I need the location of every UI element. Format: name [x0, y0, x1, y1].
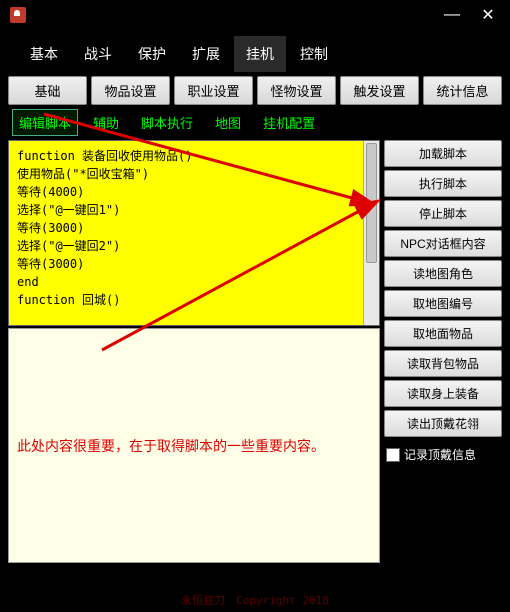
script-line: 使用物品("*回收宝箱") — [17, 165, 371, 183]
scrollbar[interactable] — [363, 141, 379, 325]
script-line: function 回城() — [17, 291, 371, 309]
info-text: 此处内容很重要，在于取得脚本的一些重要内容。 — [17, 436, 325, 456]
subtab-edit-script[interactable]: 编辑脚本 — [12, 109, 78, 136]
top-tabs: 基本 战斗 保护 扩展 挂机 控制 — [0, 30, 510, 72]
tab-combat[interactable]: 战斗 — [72, 36, 124, 72]
main-area: function 装备回收使用物品() 使用物品("*回收宝箱") 等待(400… — [8, 140, 502, 563]
btn-get-ground-items[interactable]: 取地面物品 — [384, 320, 502, 347]
titlebar: — ✕ — [0, 0, 510, 30]
script-line: 选择("@一键回1") — [17, 201, 371, 219]
close-button[interactable]: ✕ — [470, 3, 506, 27]
btn-monster-settings[interactable]: 怪物设置 — [257, 76, 336, 105]
checkbox-row: 记录顶戴信息 — [384, 440, 502, 469]
btn-npc-dialog[interactable]: NPC对话框内容 — [384, 230, 502, 257]
right-column: 加载脚本 执行脚本 停止脚本 NPC对话框内容 读地图角色 取地图编号 取地面物… — [384, 140, 502, 563]
subtab-script-exec[interactable]: 脚本执行 — [134, 109, 200, 136]
tab-hangup[interactable]: 挂机 — [234, 36, 286, 72]
subtab-assist[interactable]: 辅助 — [86, 109, 126, 136]
btn-load-script[interactable]: 加载脚本 — [384, 140, 502, 167]
btn-read-map-role[interactable]: 读地图角色 — [384, 260, 502, 287]
tab-control[interactable]: 控制 — [288, 36, 340, 72]
minimize-button[interactable]: — — [434, 3, 470, 27]
script-line: end — [17, 273, 371, 291]
script-editor[interactable]: function 装备回收使用物品() 使用物品("*回收宝箱") 等待(400… — [8, 140, 380, 326]
btn-stats[interactable]: 统计信息 — [423, 76, 502, 105]
btn-stop-script[interactable]: 停止脚本 — [384, 200, 502, 227]
info-panel: 此处内容很重要，在于取得脚本的一些重要内容。 — [8, 328, 380, 563]
btn-read-equip[interactable]: 读取身上装备 — [384, 380, 502, 407]
btn-class-settings[interactable]: 职业设置 — [174, 76, 253, 105]
script-line: 等待(3000) — [17, 219, 371, 237]
checkbox-label: 记录顶戴信息 — [404, 446, 476, 463]
btn-get-map-id[interactable]: 取地图编号 — [384, 290, 502, 317]
script-line: 选择("@一键回2") — [17, 237, 371, 255]
btn-read-bag[interactable]: 读取背包物品 — [384, 350, 502, 377]
btn-trigger-settings[interactable]: 触发设置 — [340, 76, 419, 105]
subtab-map[interactable]: 地图 — [208, 109, 248, 136]
app-window: — ✕ 基本 战斗 保护 扩展 挂机 控制 基础 物品设置 职业设置 怪物设置 … — [0, 0, 510, 612]
window-controls: — ✕ — [434, 3, 506, 27]
left-column: function 装备回收使用物品() 使用物品("*回收宝箱") 等待(400… — [8, 140, 380, 563]
btn-item-settings[interactable]: 物品设置 — [91, 76, 170, 105]
scrollbar-thumb[interactable] — [366, 143, 377, 263]
sub-tabs: 编辑脚本 辅助 脚本执行 地图 挂机配置 — [8, 109, 502, 136]
script-line: 等待(3000) — [17, 255, 371, 273]
btn-base[interactable]: 基础 — [8, 76, 87, 105]
config-buttons: 基础 物品设置 职业设置 怪物设置 触发设置 统计信息 — [8, 76, 502, 105]
tab-extend[interactable]: 扩展 — [180, 36, 232, 72]
content: 基础 物品设置 职业设置 怪物设置 触发设置 统计信息 编辑脚本 辅助 脚本执行… — [0, 72, 510, 567]
btn-read-crown[interactable]: 读出顶戴花翎 — [384, 410, 502, 437]
tab-basic[interactable]: 基本 — [18, 36, 70, 72]
app-icon — [10, 7, 26, 23]
script-line: function 装备回收使用物品() — [17, 147, 371, 165]
record-crown-checkbox[interactable] — [386, 448, 400, 462]
tab-protect[interactable]: 保护 — [126, 36, 178, 72]
script-line: 等待(4000) — [17, 183, 371, 201]
subtab-hangup-config[interactable]: 挂机配置 — [256, 109, 322, 136]
footer: 永恒狂刀 Copyright 2018 — [0, 592, 510, 608]
btn-run-script[interactable]: 执行脚本 — [384, 170, 502, 197]
